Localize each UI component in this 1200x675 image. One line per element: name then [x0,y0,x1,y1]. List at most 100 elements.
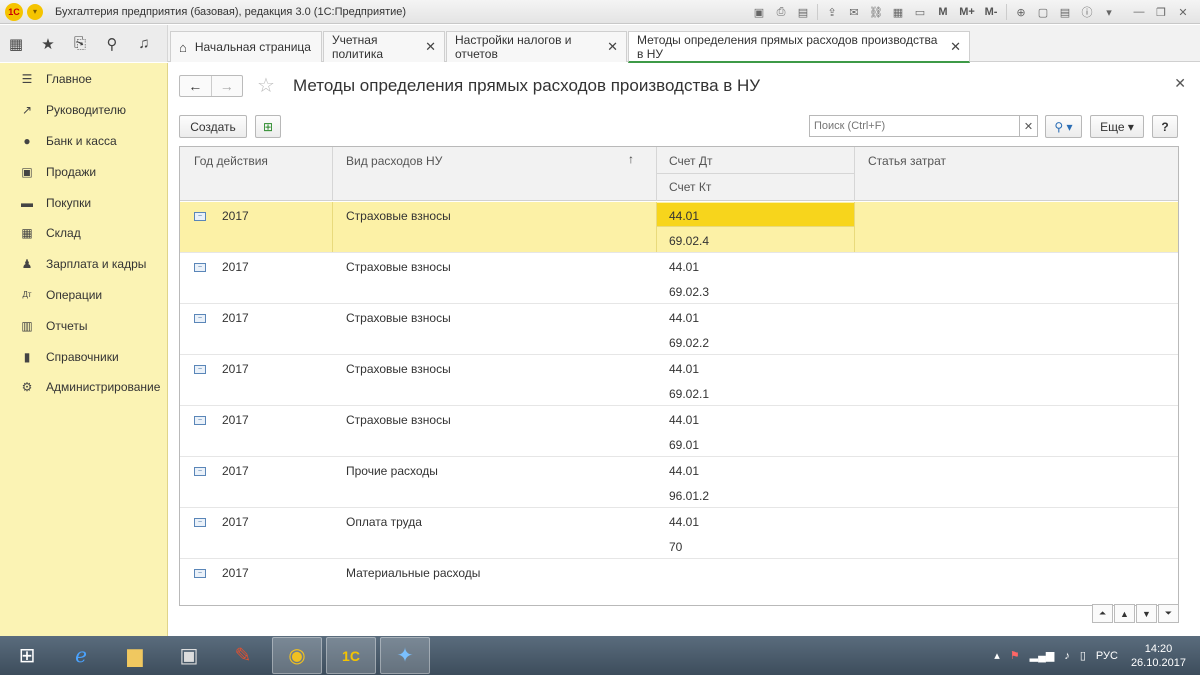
sidebar-item-main[interactable]: ☰ Главное [0,64,167,95]
tab-accounting-policy[interactable]: Учетная политика ✕ [323,31,445,62]
sidebar-item-manager[interactable]: ↗ Руководителю [0,95,167,126]
more-label: Еще [1100,119,1125,134]
back-button[interactable]: ← [180,76,211,96]
table-row[interactable]: ~2017 Страховые взносы 44.01 69.02.1 [180,355,1178,406]
volume-icon[interactable]: ♪ [1064,650,1070,662]
record-icon: ~ [194,416,206,425]
memory-minus-button[interactable]: M- [981,3,1001,21]
scroll-top-button[interactable]: ⏶ [1092,604,1113,623]
sidebar-item-administration[interactable]: ⚙ Администрирование [0,372,167,403]
close-icon[interactable]: ✕ [1174,3,1192,21]
info-icon[interactable]: ⓘ [1078,3,1096,21]
bell-icon[interactable]: ♫ [128,25,160,62]
cell-year: 2017 [222,566,249,580]
nav-buttons: ← → [179,75,243,97]
sidebar-item-reports[interactable]: ▥ Отчеты [0,310,167,341]
close-icon[interactable]: ✕ [425,39,436,55]
history-icon[interactable]: ⎘ [64,25,96,62]
column-header-type[interactable]: Вид расходов НУ [346,154,442,168]
link-icon[interactable]: ⛓ [867,3,885,21]
network-app-icon[interactable]: ▣ [164,637,214,674]
search-button[interactable]: ⚲ ▾ [1045,115,1082,138]
tray-expand-icon[interactable]: ▴ [994,649,1000,662]
window-toolbar: ▣ ⎙ ▤ ⇪ ✉ ⛓ ▦ ▭ M M+ M- ⊕ ▢ ▤ ⓘ ▾ — ❐ ✕ [748,0,1200,24]
gear-icon: ⚙ [21,380,33,395]
sidebar-item-bank[interactable]: ● Банк и касса [0,126,167,157]
memory-button[interactable]: M [933,3,953,21]
upload-icon[interactable]: ⇪ [823,3,841,21]
1c-app-icon[interactable]: 1С [326,637,376,674]
maximize-icon[interactable]: ❐ [1152,3,1170,21]
tab-home[interactable]: ⌂ Начальная страница [170,31,322,62]
help-button[interactable]: ? [1152,115,1178,138]
column-header-kt[interactable]: Счет Кт [669,180,711,194]
scroll-down-button[interactable]: ▼ [1136,604,1157,623]
chrome-icon[interactable]: ◉ [272,637,322,674]
star-icon[interactable]: ★ [32,25,64,62]
search-input[interactable] [809,115,1020,137]
forward-button[interactable]: → [210,76,243,96]
table-row[interactable]: ~2017 Оплата труда 44.01 70 [180,508,1178,559]
save-icon[interactable]: ▣ [750,3,768,21]
paint-app-icon[interactable]: ✦ [380,637,430,674]
column-divider [332,202,333,252]
table-row[interactable]: ~2017 Материальные расходы [180,559,1178,605]
mail-icon[interactable]: ✉ [845,3,863,21]
favorite-star-icon[interactable]: ☆ [257,73,275,98]
sidebar-item-operations[interactable]: Дт Операции [0,280,167,311]
calculator-icon[interactable]: ▦ [889,3,907,21]
internet-explorer-icon[interactable]: ℯ [56,637,106,674]
close-form-icon[interactable]: ✕ [1174,75,1186,92]
network-signal-icon[interactable]: ▂▄▆ [1030,649,1055,662]
calendar-icon[interactable]: ▭ [911,3,929,21]
search-icon[interactable]: ⚲ [96,25,128,62]
table-row[interactable]: ~2017 Страховые взносы 44.01 69.01 [180,406,1178,457]
table-row[interactable]: ~2017 Страховые взносы 44.01 69.02.3 [180,253,1178,304]
favorites-icon[interactable]: ▤ [1056,3,1074,21]
sidebar-item-references[interactable]: ▮ Справочники [0,341,167,372]
main-menu-button[interactable]: ▾ [27,3,43,20]
record-icon: ~ [194,569,206,578]
sidebar-item-purchases[interactable]: ▬ Покупки [0,187,167,218]
scroll-up-button[interactable]: ▲ [1114,604,1135,623]
cell-account-dt: 44.01 [669,209,700,223]
tab-direct-costs-methods[interactable]: Методы определения прямых расходов произ… [628,31,970,63]
sidebar-item-salary[interactable]: ♟ Зарплата и кадры [0,249,167,280]
sidebar-item-label: Отчеты [46,318,88,333]
more-button[interactable]: Еще ▾ [1090,115,1144,138]
copy-icon[interactable]: ⊞ [255,115,281,138]
column-header-dt[interactable]: Счет Дт [669,154,713,168]
flag-icon[interactable]: ⚑ [1010,649,1020,662]
create-button[interactable]: Создать [179,115,247,138]
cell-expense-type: Страховые взносы [346,311,451,325]
power-icon[interactable]: ▯ [1080,649,1086,662]
column-divider [656,147,657,201]
sidebar-item-sales[interactable]: ▣ Продажи [0,156,167,187]
cell-expense-type: Оплата труда [346,515,422,529]
keyboard-language[interactable]: РУС [1096,650,1118,662]
zoom-icon[interactable]: ⊕ [1012,3,1030,21]
print-icon[interactable]: ⎙ [772,3,790,21]
tab-tax-settings[interactable]: Настройки налогов и отчетов ✕ [446,31,627,62]
preview-icon[interactable]: ▤ [794,3,812,21]
table-row[interactable]: ~2017 Прочие расходы 44.01 96.01.2 [180,457,1178,508]
scroll-bottom-button[interactable]: ⏷ [1158,604,1179,623]
windows-start-icon[interactable]: ⊞ [2,637,52,674]
sort-ascending-icon: ↑ [628,152,634,166]
tools-app-icon[interactable]: ✎ [218,637,268,674]
column-header-year[interactable]: Год действия [194,154,268,168]
file-explorer-icon[interactable]: ▆ [110,637,160,674]
sidebar-item-warehouse[interactable]: ▦ Склад [0,218,167,249]
apps-grid-icon[interactable]: ▦ [0,25,32,62]
panels-icon[interactable]: ▢ [1034,3,1052,21]
table-row[interactable]: ~2017 Страховые взносы 44.01 69.02.2 [180,304,1178,355]
table-row[interactable]: ~2017 Страховые взносы 44.01 69.02.4 [180,202,1178,253]
close-icon[interactable]: ✕ [607,39,618,55]
memory-plus-button[interactable]: M+ [957,3,977,21]
clear-search-icon[interactable]: ✕ [1020,115,1038,137]
chevron-down-icon[interactable]: ▾ [1100,3,1118,21]
close-icon[interactable]: ✕ [950,39,961,55]
column-header-cost-item[interactable]: Статья затрат [868,154,946,168]
clock[interactable]: 14:20 26.10.2017 [1131,642,1186,670]
minimize-icon[interactable]: — [1130,3,1148,21]
